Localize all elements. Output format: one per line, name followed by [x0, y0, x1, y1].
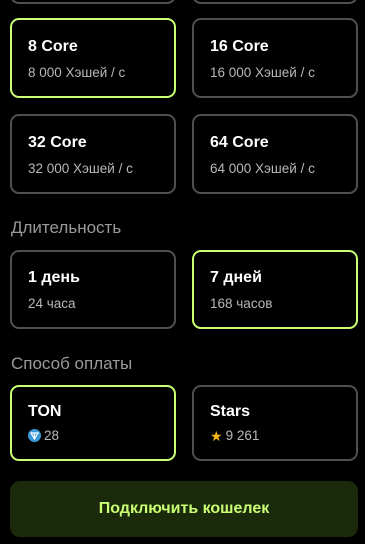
option-title: 64 Core	[210, 134, 269, 151]
option-card-8-core[interactable]: 8 Core 8 000 Хэшей / с	[10, 18, 176, 98]
option-title: 16 Core	[210, 38, 269, 55]
option-subtitle: 8 000 Хэшей / с	[28, 65, 126, 80]
option-price: ★ 9 261	[210, 428, 259, 443]
option-subtitle: 32 000 Хэшей / с	[28, 161, 133, 176]
payment-option-stars[interactable]: Stars ★ 9 261	[192, 385, 358, 461]
option-title: 32 Core	[28, 134, 87, 151]
ton-icon	[28, 429, 41, 442]
duration-section-title: Длительность	[11, 218, 122, 237]
payment-section-title: Способ оплаты	[11, 354, 133, 373]
option-title: 1 день	[28, 269, 80, 286]
option-subtitle: 64 000 Хэшей / с	[210, 161, 315, 176]
option-price: 28	[28, 428, 59, 443]
option-card-partial-left[interactable]	[10, 0, 176, 4]
option-card-16-core[interactable]: 16 Core 16 000 Хэшей / с	[192, 18, 358, 98]
price-value: 28	[44, 428, 60, 443]
option-title: 7 дней	[210, 269, 262, 286]
option-title: Stars	[210, 403, 251, 420]
option-card-32-core[interactable]: 32 Core 32 000 Хэшей / с	[10, 114, 176, 194]
price-value: 9 261	[225, 428, 260, 443]
option-card-64-core[interactable]: 64 Core 64 000 Хэшей / с	[192, 114, 358, 194]
duration-option-7-days[interactable]: 7 дней 168 часов	[192, 250, 358, 329]
option-title: TON	[28, 403, 62, 420]
star-icon: ★	[210, 427, 223, 444]
option-subtitle: 16 000 Хэшей / с	[210, 65, 315, 80]
option-subtitle: 24 часа	[28, 296, 76, 311]
duration-option-1-day[interactable]: 1 день 24 часа	[10, 250, 176, 329]
payment-option-ton[interactable]: TON 28	[10, 385, 176, 461]
option-subtitle: 168 часов	[210, 296, 273, 311]
option-card-partial-right[interactable]	[192, 0, 358, 4]
connect-wallet-button[interactable]: Подключить кошелек	[10, 481, 358, 537]
option-title: 8 Core	[28, 38, 78, 55]
